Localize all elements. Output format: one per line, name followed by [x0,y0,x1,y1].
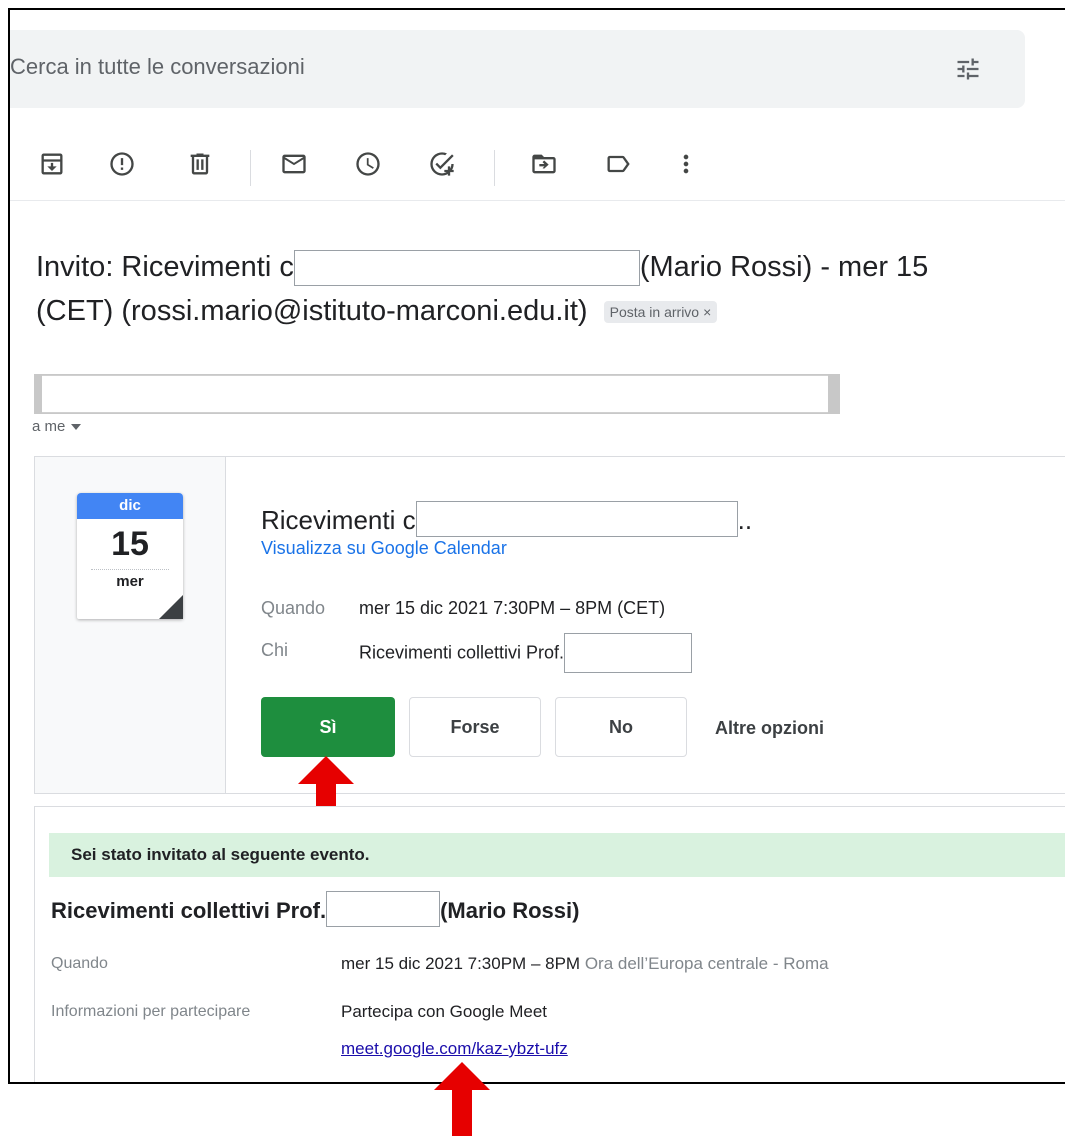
search-input[interactable] [10,54,910,80]
more-options-button[interactable]: Altre opzioni [715,718,824,739]
subject-part-1: Invito: Ricevimenti c [36,251,294,283]
delete-icon[interactable] [186,150,214,178]
label-icon[interactable] [604,150,632,178]
move-to-icon[interactable] [530,150,558,178]
chevron-down-icon[interactable] [71,424,82,431]
invite-card: dic 15 mer Ricevimenti c.. Visualizza su… [34,456,1065,794]
rsvp-maybe-button[interactable]: Forse [409,697,541,757]
details-event-title: Ricevimenti collettivi Prof. (Mario Rossi… [51,891,580,927]
who-value-text: Ricevimenti collettivi Prof. [359,642,565,663]
archive-icon[interactable] [38,150,66,178]
who-label: Chi [261,640,289,660]
calendar-weekday: mer [116,573,144,590]
details-title-part-2: (Mario Rossi) [440,897,580,923]
redaction-box [415,501,738,538]
inbox-label: Posta in arrivo [609,304,700,321]
redaction-box [564,633,693,673]
red-arrow-icon [434,1062,490,1136]
subject-part-3: (CET) (rossi.mario@istituto-marconi.edu.… [36,295,588,327]
add-task-icon[interactable] [428,150,456,178]
details-when-timezone: Ora dell’Europa centrale - Roma [584,954,829,973]
view-in-google-calendar-link[interactable]: Visualizza su Google Calendar [261,538,507,559]
details-when-time: mer 15 dic 2021 7:30PM – 8PM [341,954,581,973]
message-toolbar [10,150,1065,186]
recipient-details[interactable]: a me [32,418,82,435]
rsvp-yes-button[interactable]: Sì [261,697,395,757]
redaction-box [326,891,441,927]
sender-redaction [34,374,840,414]
more-vert-icon[interactable] [672,150,700,178]
event-title-suffix: .. [737,505,753,535]
when-label: Quando [261,598,326,618]
event-title: Ricevimenti c.. [261,501,753,538]
details-when-value: mer 15 dic 2021 7:30PM – 8PM Ora dell’Eu… [341,954,829,974]
details-join-value: Partecipa con Google Meet [341,1002,548,1021]
rsvp-no-button[interactable]: No [555,697,687,757]
invitation-banner: Sei stato invitato al seguente evento. [49,833,1065,877]
search-bar [10,30,1025,108]
details-title-part-1: Ricevimenti collettivi Prof. [51,897,327,923]
calendar-date-icon: dic 15 mer [77,493,183,619]
snooze-icon[interactable] [354,150,382,178]
gmail-window: Invito: Ricevimenti c (Mario Rossi) - mer… [8,8,1065,1084]
calendar-column: dic 15 mer [35,457,226,793]
recipient-text: a me [32,418,66,435]
mark-unread-icon[interactable] [280,150,308,178]
calendar-month: dic [77,493,183,519]
who-value: Ricevimenti collettivi Prof. [359,633,693,673]
google-meet-link[interactable]: meet.google.com/kaz-ybzt-ufz [341,1039,568,1059]
tune-icon[interactable] [954,55,982,83]
inbox-label-chip: Posta in arrivo × [603,301,718,324]
event-title-text: Ricevimenti c [261,505,416,535]
report-spam-icon[interactable] [108,150,136,178]
subject-part-2: (Mario Rossi) - mer 15 [639,251,929,283]
calendar-day: 15 [111,525,149,563]
when-value: mer 15 dic 2021 7:30PM – 8PM (CET) [359,598,666,618]
details-when-label: Quando [51,955,108,972]
remove-label-icon[interactable]: × [703,304,711,320]
event-details-card: Sei stato invitato al seguente evento. R… [34,806,1065,1082]
redaction-box [293,250,640,287]
details-join-label: Informazioni per partecipare [51,1003,251,1020]
email-subject: Invito: Ricevimenti c (Mario Rossi) - mer… [36,245,1065,333]
